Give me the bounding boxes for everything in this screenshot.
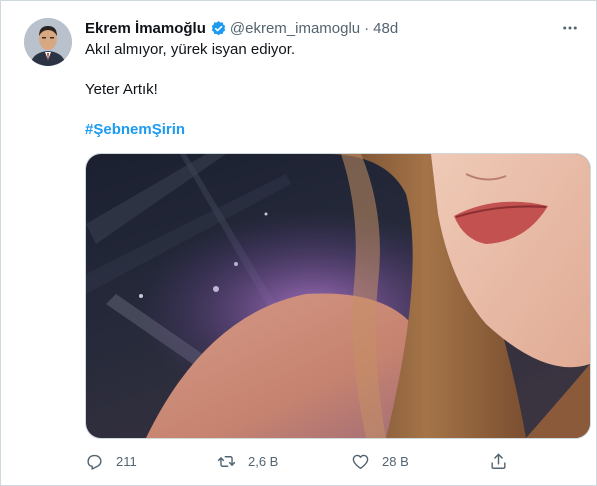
reply-count: 211 bbox=[116, 453, 137, 469]
author-avatar[interactable] bbox=[24, 18, 72, 66]
retweet-icon bbox=[217, 455, 236, 467]
avatar-image bbox=[24, 18, 72, 66]
retweet-button[interactable]: 2,6 B bbox=[217, 446, 278, 476]
separator-dot: · bbox=[364, 19, 370, 37]
tweet-header: Ekrem İmamoğlu @ekrem_imamoglu · 48d bbox=[85, 18, 580, 38]
heart-icon bbox=[352, 454, 369, 469]
verified-badge-icon bbox=[210, 20, 227, 37]
tweet-text-line-1: Akıl almıyor, yürek isyan ediyor. bbox=[85, 41, 296, 58]
tweet-time[interactable]: 48d bbox=[373, 20, 398, 37]
tweet-card: Ekrem İmamoğlu @ekrem_imamoglu · 48d Akı… bbox=[0, 0, 597, 486]
like-button[interactable]: 28 B bbox=[351, 446, 409, 476]
tweet-text-line-2: Yeter Artık! bbox=[85, 81, 158, 98]
author-name[interactable]: Ekrem İmamoğlu bbox=[85, 20, 206, 37]
like-count: 28 B bbox=[382, 453, 409, 469]
retweet-count: 2,6 B bbox=[248, 453, 279, 469]
hashtag-link[interactable]: #ŞebnemŞirin bbox=[85, 120, 185, 140]
share-button[interactable] bbox=[489, 446, 520, 476]
reply-button[interactable]: 211 bbox=[85, 446, 137, 476]
author-handle[interactable]: @ekrem_imamoglu bbox=[230, 20, 360, 37]
action-bar: 211 2,6 B 28 B bbox=[75, 446, 580, 476]
share-icon bbox=[491, 453, 506, 469]
photo-image bbox=[86, 154, 590, 438]
reply-icon bbox=[87, 454, 102, 470]
tweet-photo[interactable] bbox=[85, 153, 591, 439]
more-icon[interactable] bbox=[560, 18, 580, 38]
